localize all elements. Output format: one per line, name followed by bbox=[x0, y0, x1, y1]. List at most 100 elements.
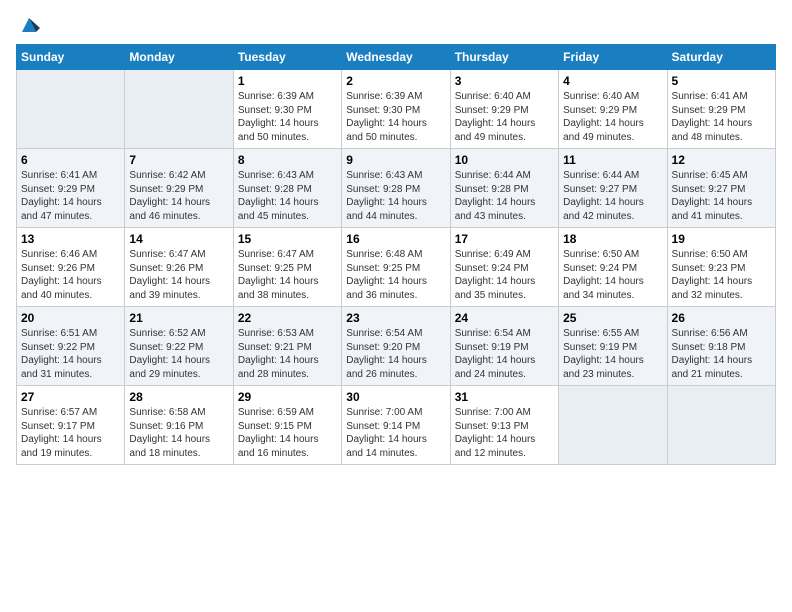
day-info: Sunrise: 6:47 AM Sunset: 9:25 PM Dayligh… bbox=[238, 248, 337, 302]
day-info: Sunrise: 6:40 AM Sunset: 9:29 PM Dayligh… bbox=[563, 90, 662, 144]
day-info: Sunrise: 6:39 AM Sunset: 9:30 PM Dayligh… bbox=[238, 90, 337, 144]
day-info: Sunrise: 6:52 AM Sunset: 9:22 PM Dayligh… bbox=[129, 327, 228, 381]
calendar-cell: 1 Sunrise: 6:39 AM Sunset: 9:30 PM Dayli… bbox=[233, 70, 341, 149]
day-number: 21 bbox=[129, 311, 228, 325]
day-number: 2 bbox=[346, 74, 445, 88]
calendar-cell: 7 Sunrise: 6:42 AM Sunset: 9:29 PM Dayli… bbox=[125, 149, 233, 228]
calendar-cell: 24 Sunrise: 6:54 AM Sunset: 9:19 PM Dayl… bbox=[450, 307, 558, 386]
page-header bbox=[16, 16, 776, 32]
calendar-week-row: 1 Sunrise: 6:39 AM Sunset: 9:30 PM Dayli… bbox=[17, 70, 776, 149]
day-info: Sunrise: 6:45 AM Sunset: 9:27 PM Dayligh… bbox=[672, 169, 771, 223]
day-number: 10 bbox=[455, 153, 554, 167]
day-number: 14 bbox=[129, 232, 228, 246]
weekday-header: Saturday bbox=[667, 45, 775, 70]
weekday-header: Sunday bbox=[17, 45, 125, 70]
day-info: Sunrise: 6:41 AM Sunset: 9:29 PM Dayligh… bbox=[21, 169, 120, 223]
calendar-cell bbox=[667, 386, 775, 465]
day-info: Sunrise: 6:51 AM Sunset: 9:22 PM Dayligh… bbox=[21, 327, 120, 381]
day-number: 29 bbox=[238, 390, 337, 404]
calendar-cell: 20 Sunrise: 6:51 AM Sunset: 9:22 PM Dayl… bbox=[17, 307, 125, 386]
day-info: Sunrise: 6:50 AM Sunset: 9:24 PM Dayligh… bbox=[563, 248, 662, 302]
weekday-header: Monday bbox=[125, 45, 233, 70]
calendar-cell: 22 Sunrise: 6:53 AM Sunset: 9:21 PM Dayl… bbox=[233, 307, 341, 386]
day-info: Sunrise: 6:59 AM Sunset: 9:15 PM Dayligh… bbox=[238, 406, 337, 460]
day-number: 12 bbox=[672, 153, 771, 167]
calendar-cell: 26 Sunrise: 6:56 AM Sunset: 9:18 PM Dayl… bbox=[667, 307, 775, 386]
day-number: 18 bbox=[563, 232, 662, 246]
day-number: 27 bbox=[21, 390, 120, 404]
day-info: Sunrise: 6:53 AM Sunset: 9:21 PM Dayligh… bbox=[238, 327, 337, 381]
calendar-cell bbox=[559, 386, 667, 465]
calendar-cell: 5 Sunrise: 6:41 AM Sunset: 9:29 PM Dayli… bbox=[667, 70, 775, 149]
calendar-cell bbox=[17, 70, 125, 149]
calendar-cell: 23 Sunrise: 6:54 AM Sunset: 9:20 PM Dayl… bbox=[342, 307, 450, 386]
calendar-cell: 25 Sunrise: 6:55 AM Sunset: 9:19 PM Dayl… bbox=[559, 307, 667, 386]
calendar-cell: 4 Sunrise: 6:40 AM Sunset: 9:29 PM Dayli… bbox=[559, 70, 667, 149]
calendar-cell: 9 Sunrise: 6:43 AM Sunset: 9:28 PM Dayli… bbox=[342, 149, 450, 228]
day-number: 25 bbox=[563, 311, 662, 325]
day-number: 17 bbox=[455, 232, 554, 246]
calendar-cell: 3 Sunrise: 6:40 AM Sunset: 9:29 PM Dayli… bbox=[450, 70, 558, 149]
calendar-cell: 10 Sunrise: 6:44 AM Sunset: 9:28 PM Dayl… bbox=[450, 149, 558, 228]
calendar-week-row: 6 Sunrise: 6:41 AM Sunset: 9:29 PM Dayli… bbox=[17, 149, 776, 228]
calendar-cell: 31 Sunrise: 7:00 AM Sunset: 9:13 PM Dayl… bbox=[450, 386, 558, 465]
day-number: 16 bbox=[346, 232, 445, 246]
day-number: 6 bbox=[21, 153, 120, 167]
day-number: 5 bbox=[672, 74, 771, 88]
calendar-cell: 14 Sunrise: 6:47 AM Sunset: 9:26 PM Dayl… bbox=[125, 228, 233, 307]
weekday-header: Tuesday bbox=[233, 45, 341, 70]
day-number: 26 bbox=[672, 311, 771, 325]
calendar-cell: 11 Sunrise: 6:44 AM Sunset: 9:27 PM Dayl… bbox=[559, 149, 667, 228]
day-info: Sunrise: 6:44 AM Sunset: 9:28 PM Dayligh… bbox=[455, 169, 554, 223]
day-info: Sunrise: 6:41 AM Sunset: 9:29 PM Dayligh… bbox=[672, 90, 771, 144]
calendar-week-row: 27 Sunrise: 6:57 AM Sunset: 9:17 PM Dayl… bbox=[17, 386, 776, 465]
day-info: Sunrise: 6:43 AM Sunset: 9:28 PM Dayligh… bbox=[238, 169, 337, 223]
calendar-cell: 15 Sunrise: 6:47 AM Sunset: 9:25 PM Dayl… bbox=[233, 228, 341, 307]
day-number: 13 bbox=[21, 232, 120, 246]
calendar-cell: 18 Sunrise: 6:50 AM Sunset: 9:24 PM Dayl… bbox=[559, 228, 667, 307]
day-info: Sunrise: 6:54 AM Sunset: 9:19 PM Dayligh… bbox=[455, 327, 554, 381]
day-info: Sunrise: 6:49 AM Sunset: 9:24 PM Dayligh… bbox=[455, 248, 554, 302]
calendar-cell: 16 Sunrise: 6:48 AM Sunset: 9:25 PM Dayl… bbox=[342, 228, 450, 307]
calendar-cell: 6 Sunrise: 6:41 AM Sunset: 9:29 PM Dayli… bbox=[17, 149, 125, 228]
day-info: Sunrise: 6:56 AM Sunset: 9:18 PM Dayligh… bbox=[672, 327, 771, 381]
day-number: 19 bbox=[672, 232, 771, 246]
day-info: Sunrise: 6:55 AM Sunset: 9:19 PM Dayligh… bbox=[563, 327, 662, 381]
day-number: 9 bbox=[346, 153, 445, 167]
calendar-cell: 17 Sunrise: 6:49 AM Sunset: 9:24 PM Dayl… bbox=[450, 228, 558, 307]
day-info: Sunrise: 6:58 AM Sunset: 9:16 PM Dayligh… bbox=[129, 406, 228, 460]
day-number: 24 bbox=[455, 311, 554, 325]
logo bbox=[16, 16, 40, 32]
day-number: 8 bbox=[238, 153, 337, 167]
day-info: Sunrise: 6:50 AM Sunset: 9:23 PM Dayligh… bbox=[672, 248, 771, 302]
day-info: Sunrise: 6:43 AM Sunset: 9:28 PM Dayligh… bbox=[346, 169, 445, 223]
calendar-cell: 21 Sunrise: 6:52 AM Sunset: 9:22 PM Dayl… bbox=[125, 307, 233, 386]
day-number: 3 bbox=[455, 74, 554, 88]
calendar-cell: 12 Sunrise: 6:45 AM Sunset: 9:27 PM Dayl… bbox=[667, 149, 775, 228]
day-number: 31 bbox=[455, 390, 554, 404]
day-number: 15 bbox=[238, 232, 337, 246]
day-number: 28 bbox=[129, 390, 228, 404]
day-info: Sunrise: 6:46 AM Sunset: 9:26 PM Dayligh… bbox=[21, 248, 120, 302]
calendar-cell: 8 Sunrise: 6:43 AM Sunset: 9:28 PM Dayli… bbox=[233, 149, 341, 228]
day-info: Sunrise: 6:48 AM Sunset: 9:25 PM Dayligh… bbox=[346, 248, 445, 302]
calendar-cell: 28 Sunrise: 6:58 AM Sunset: 9:16 PM Dayl… bbox=[125, 386, 233, 465]
calendar-cell: 29 Sunrise: 6:59 AM Sunset: 9:15 PM Dayl… bbox=[233, 386, 341, 465]
weekday-header: Friday bbox=[559, 45, 667, 70]
day-info: Sunrise: 6:39 AM Sunset: 9:30 PM Dayligh… bbox=[346, 90, 445, 144]
day-info: Sunrise: 6:47 AM Sunset: 9:26 PM Dayligh… bbox=[129, 248, 228, 302]
day-info: Sunrise: 6:44 AM Sunset: 9:27 PM Dayligh… bbox=[563, 169, 662, 223]
weekday-header: Wednesday bbox=[342, 45, 450, 70]
weekday-header: Thursday bbox=[450, 45, 558, 70]
day-info: Sunrise: 6:42 AM Sunset: 9:29 PM Dayligh… bbox=[129, 169, 228, 223]
calendar-table: SundayMondayTuesdayWednesdayThursdayFrid… bbox=[16, 44, 776, 465]
calendar-week-row: 13 Sunrise: 6:46 AM Sunset: 9:26 PM Dayl… bbox=[17, 228, 776, 307]
day-number: 23 bbox=[346, 311, 445, 325]
day-number: 7 bbox=[129, 153, 228, 167]
day-info: Sunrise: 7:00 AM Sunset: 9:14 PM Dayligh… bbox=[346, 406, 445, 460]
day-info: Sunrise: 6:54 AM Sunset: 9:20 PM Dayligh… bbox=[346, 327, 445, 381]
calendar-cell bbox=[125, 70, 233, 149]
day-number: 11 bbox=[563, 153, 662, 167]
day-number: 20 bbox=[21, 311, 120, 325]
calendar-cell: 30 Sunrise: 7:00 AM Sunset: 9:14 PM Dayl… bbox=[342, 386, 450, 465]
